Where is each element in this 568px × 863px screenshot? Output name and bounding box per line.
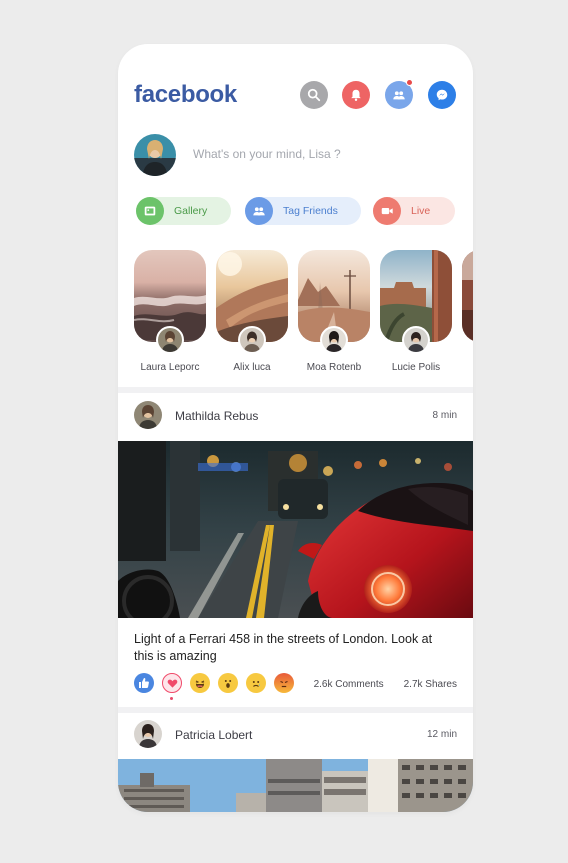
story-card[interactable]: Alix luca: [216, 250, 288, 375]
composer-input[interactable]: What's on your mind, Lisa ?: [193, 147, 341, 161]
post-time: 8 min: [432, 410, 457, 421]
messenger-button[interactable]: [428, 81, 456, 109]
like-icon[interactable]: [134, 673, 154, 693]
selected-reaction-indicator: [170, 697, 173, 700]
tag-friends-icon: [253, 207, 265, 216]
story-name: Lucie Polis: [391, 362, 441, 373]
story-card[interactable]: Lucie Polis: [380, 250, 452, 375]
story-name: Laura Leporc: [140, 362, 200, 373]
friends-button[interactable]: [385, 79, 413, 109]
facebook-logo[interactable]: facebook: [134, 80, 237, 110]
story-card[interactable]: [462, 250, 473, 375]
bell-icon: [351, 89, 361, 101]
post-author-avatar[interactable]: [134, 720, 162, 748]
post-header: Mathilda Rebus 8 min: [134, 401, 457, 431]
story-name: Moa Rotenb: [306, 362, 362, 373]
messenger-icon: [436, 89, 448, 101]
post-author-name[interactable]: Mathilda Rebus: [175, 409, 258, 423]
story-avatar: [156, 326, 184, 354]
composer: What's on your mind, Lisa ?: [134, 134, 457, 176]
post-image[interactable]: [118, 759, 473, 812]
wow-icon[interactable]: [218, 673, 238, 693]
gallery-label: Gallery: [174, 205, 208, 217]
haha-icon[interactable]: [190, 673, 210, 693]
search-button[interactable]: [300, 81, 328, 109]
post-actions: Gallery Tag Friends Live: [136, 197, 455, 225]
story-image: [462, 250, 473, 342]
post-caption: Light of a Ferrari 458 in the streets of…: [134, 632, 433, 663]
phone-screen: facebook What's on your mind, Lisa ? Gal…: [118, 44, 473, 812]
top-section: facebook What's on your mind, Lisa ? Gal…: [118, 44, 473, 387]
gallery-button[interactable]: Gallery: [136, 197, 231, 225]
gallery-icon: [144, 206, 156, 216]
search-icon: [307, 88, 321, 102]
app-header: facebook: [134, 79, 457, 110]
post-stats: 2.6k Comments 2.7k Shares: [294, 679, 457, 690]
story-avatar: [320, 326, 348, 354]
angry-icon[interactable]: [274, 673, 294, 693]
post-card: Patricia Lobert 12 min: [118, 713, 473, 812]
story-card[interactable]: Moa Rotenb: [298, 250, 370, 375]
tag-friends-label: Tag Friends: [283, 205, 338, 217]
shares-count[interactable]: 2.7k Shares: [404, 679, 457, 690]
post-author-name[interactable]: Patricia Lobert: [175, 728, 252, 742]
story-card[interactable]: Laura Leporc: [134, 250, 206, 375]
user-avatar[interactable]: [134, 134, 176, 176]
story-name: Alix luca: [233, 362, 271, 373]
video-camera-icon: [381, 207, 393, 215]
friends-icon: [393, 91, 405, 100]
post-card: Mathilda Rebus 8 min Light of a Ferrari …: [118, 393, 473, 707]
story-avatar: [238, 326, 266, 354]
tag-friends-button[interactable]: Tag Friends: [245, 197, 361, 225]
notification-dot: [406, 79, 413, 86]
reactions-bar: [134, 673, 294, 700]
stories-row: Laura Leporc Alix luca Moa Rotenb Lucie …: [134, 250, 473, 375]
post-image[interactable]: [118, 441, 473, 618]
live-button[interactable]: Live: [373, 197, 455, 225]
comments-count[interactable]: 2.6k Comments: [314, 679, 384, 690]
post-header: Patricia Lobert 12 min: [134, 720, 457, 750]
live-label: Live: [411, 205, 431, 217]
post-time: 12 min: [426, 729, 457, 740]
sad-icon[interactable]: [246, 673, 266, 693]
story-avatar: [402, 326, 430, 354]
post-author-avatar[interactable]: [134, 401, 162, 429]
notifications-button[interactable]: [342, 81, 370, 109]
love-icon[interactable]: [162, 673, 182, 693]
